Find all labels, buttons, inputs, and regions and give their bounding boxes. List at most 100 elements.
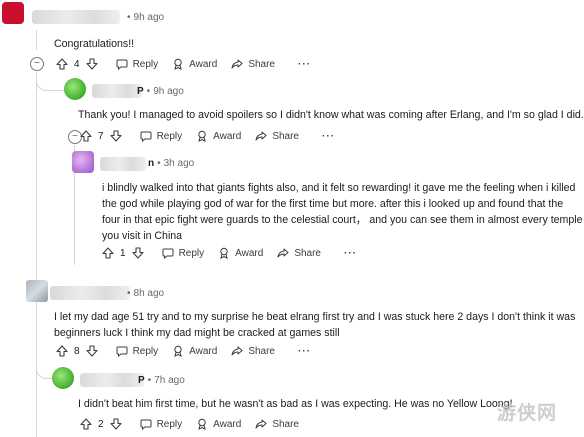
reply-icon	[140, 131, 152, 142]
collapse-thread-button[interactable]: −	[30, 57, 44, 71]
downvote-icon	[110, 418, 122, 430]
share-button[interactable]: Share	[231, 58, 275, 70]
upvote-button[interactable]	[102, 247, 114, 259]
upvote-icon	[80, 418, 92, 430]
award-button[interactable]: Award	[172, 58, 217, 70]
reply-button[interactable]: Reply	[162, 247, 205, 259]
reply-icon	[162, 248, 174, 259]
separator: •	[146, 86, 151, 97]
downvote-icon	[86, 58, 98, 70]
avatar[interactable]	[2, 2, 24, 24]
username-suffix[interactable]: P	[138, 375, 145, 386]
reply-button[interactable]: Reply	[140, 130, 182, 142]
downvote-button[interactable]	[110, 418, 122, 430]
downvote-icon	[110, 130, 122, 142]
comment-meta: P • 7h ago	[138, 375, 185, 386]
award-label: Award	[235, 247, 264, 259]
share-button[interactable]: Share	[231, 345, 275, 357]
username-redacted[interactable]	[92, 84, 142, 98]
award-button[interactable]: Award	[172, 345, 217, 357]
comment-text: Congratulations!!	[54, 38, 135, 50]
share-button[interactable]: Share	[255, 418, 299, 430]
minus-icon: −	[34, 58, 40, 69]
downvote-button[interactable]	[132, 247, 144, 259]
award-label: Award	[213, 130, 242, 142]
thread-connector	[36, 72, 65, 91]
thread-line[interactable]	[36, 30, 37, 50]
more-icon: ···	[298, 345, 311, 357]
avatar[interactable]	[64, 78, 86, 100]
award-label: Award	[189, 58, 218, 70]
timestamp: 9h ago	[133, 12, 165, 23]
reply-button[interactable]: Reply	[116, 345, 159, 357]
username-redacted[interactable]	[50, 286, 130, 300]
award-icon	[198, 130, 206, 142]
thread-line[interactable]	[36, 72, 37, 437]
share-icon	[255, 131, 267, 141]
comment-meta: • 9h ago	[124, 12, 164, 23]
username-redacted[interactable]	[80, 373, 144, 387]
share-button[interactable]: Share	[277, 247, 321, 259]
upvote-icon	[56, 58, 68, 70]
more-options-button[interactable]: ···	[339, 248, 357, 259]
username-suffix[interactable]: P	[137, 86, 144, 97]
share-label: Share	[248, 58, 275, 70]
more-options-button[interactable]: ···	[293, 59, 311, 70]
award-button[interactable]: Award	[196, 130, 241, 142]
separator: •	[127, 12, 131, 23]
downvote-button[interactable]	[110, 130, 122, 142]
reply-label: Reply	[178, 247, 205, 259]
comment-text: Thank you! I managed to avoid spoilers s…	[78, 109, 584, 121]
award-label: Award	[213, 418, 242, 430]
comment-actions: 8 Reply Award Share ···	[56, 343, 311, 359]
upvote-button[interactable]	[56, 58, 68, 70]
comment-meta: • 8h ago	[124, 288, 164, 299]
separator: •	[157, 158, 161, 169]
thread-connector	[36, 356, 53, 379]
share-button[interactable]: Share	[255, 130, 299, 142]
comment-meta: n • 3h ago	[148, 158, 194, 169]
comment-actions: 1 Reply Award Share ···	[102, 245, 357, 261]
comment-actions: 7 Reply Award Share ···	[80, 128, 335, 144]
more-icon: ···	[344, 247, 357, 259]
upvote-icon	[56, 345, 68, 357]
upvote-icon	[102, 247, 114, 259]
share-icon	[231, 346, 243, 356]
more-options-button[interactable]: ···	[293, 346, 311, 357]
avatar[interactable]	[26, 280, 48, 302]
reply-button[interactable]: Reply	[116, 58, 158, 70]
vote-count: 4	[74, 58, 80, 70]
comment-actions: 4 Reply Award Share ···	[56, 56, 311, 72]
watermark-logo: 游侠网	[497, 402, 558, 424]
reply-button[interactable]: Reply	[140, 418, 183, 430]
minus-icon: −	[72, 131, 78, 142]
username-redacted[interactable]	[100, 157, 146, 171]
award-button[interactable]: Award	[218, 247, 263, 259]
reply-label: Reply	[156, 418, 183, 430]
downvote-icon	[132, 247, 144, 259]
upvote-button[interactable]	[56, 345, 68, 357]
comment-text-line: four in that epic fight were guards to t…	[102, 214, 583, 226]
comment-text-line: the god while playing god of war for the…	[102, 198, 564, 210]
comment-text-line: beginners luck I think my dad might be c…	[54, 327, 340, 339]
upvote-button[interactable]	[80, 130, 92, 142]
award-icon	[198, 418, 206, 430]
more-options-button[interactable]: ···	[317, 131, 335, 142]
share-icon	[277, 248, 289, 258]
timestamp: 8h ago	[133, 288, 165, 299]
timestamp: 7h ago	[154, 375, 185, 386]
award-icon	[174, 345, 182, 357]
username-redacted[interactable]	[32, 10, 120, 24]
username-suffix[interactable]: n	[148, 158, 154, 169]
avatar[interactable]	[52, 367, 74, 389]
award-button[interactable]: Award	[196, 418, 241, 430]
avatar[interactable]	[72, 151, 94, 173]
reply-label: Reply	[132, 345, 159, 357]
award-icon	[220, 247, 228, 259]
vote-count: 2	[98, 418, 104, 430]
upvote-button[interactable]	[80, 418, 92, 430]
more-icon: ···	[322, 130, 335, 142]
downvote-button[interactable]	[86, 58, 98, 70]
downvote-button[interactable]	[86, 345, 98, 357]
share-icon	[231, 59, 243, 69]
